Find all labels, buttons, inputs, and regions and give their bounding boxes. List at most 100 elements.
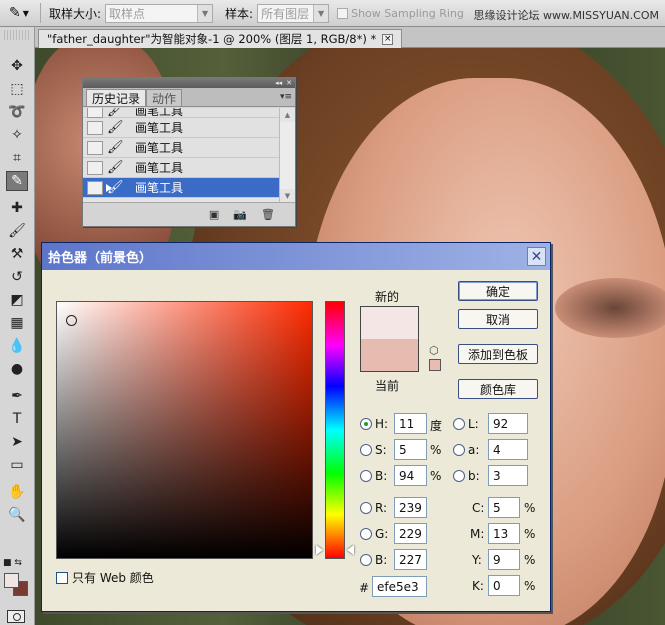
list-item[interactable]: 🖌 画笔工具 xyxy=(83,118,280,138)
color-field[interactable] xyxy=(56,301,313,559)
lightness-input[interactable]: 92 xyxy=(488,413,528,434)
black-input[interactable]: 0 xyxy=(488,575,520,596)
lab-a-input[interactable]: 4 xyxy=(488,439,528,460)
tab-history[interactable]: 历史记录 xyxy=(86,89,147,106)
list-item[interactable]: 🖌 画笔工具 xyxy=(83,138,280,158)
blue-label: B: xyxy=(375,553,388,567)
rectangle-tool-icon[interactable]: ▭ xyxy=(6,455,28,475)
quick-mask-icon[interactable] xyxy=(7,610,25,623)
collapse-icon[interactable]: ◂◂ xyxy=(275,79,282,87)
panel-title-bar[interactable]: ◂◂ ✕ xyxy=(83,78,295,88)
panel-menu-icon[interactable]: ▾≡ xyxy=(280,92,292,102)
green-input[interactable]: 229 xyxy=(394,523,427,544)
eyedropper-tool-icon[interactable]: ✎ xyxy=(6,171,28,191)
saturation-input[interactable]: 5 xyxy=(394,439,427,460)
path-selection-tool-icon[interactable]: ➤ xyxy=(6,432,28,452)
marquee-tool-icon[interactable]: ⬚ xyxy=(6,79,28,99)
crop-tool-icon[interactable]: ⌗ xyxy=(6,148,28,168)
radio-red[interactable] xyxy=(360,502,372,514)
hand-tool-icon[interactable]: ✋ xyxy=(6,482,28,502)
close-icon[interactable]: ✕ xyxy=(527,247,546,266)
clone-stamp-tool-icon[interactable]: ⚒ xyxy=(6,244,28,264)
show-sampling-ring-checkbox[interactable]: Show Sampling Ring xyxy=(337,7,464,20)
brush-tool-icon[interactable]: 🖌 xyxy=(6,221,28,241)
dodge-tool-icon[interactable]: ● xyxy=(6,359,28,379)
list-item-selected[interactable]: 🖌 画笔工具 xyxy=(83,178,280,198)
brightness-input[interactable]: 94 xyxy=(394,465,427,486)
color-field-marker[interactable] xyxy=(66,315,77,326)
hue-slider[interactable] xyxy=(325,301,345,559)
swap-colors-icon[interactable]: ■ ⇆ xyxy=(3,558,22,568)
radio-blue[interactable] xyxy=(360,554,372,566)
scroll-up-icon[interactable]: ▲ xyxy=(280,108,295,122)
scroll-down-icon[interactable]: ▼ xyxy=(280,189,295,203)
tab-actions[interactable]: 动作 xyxy=(146,89,183,106)
web-colors-only-checkbox[interactable]: 只有 Web 颜色 xyxy=(56,569,154,586)
history-scrollbar[interactable]: ▲ ▼ xyxy=(279,108,295,203)
history-state-pointer-icon[interactable] xyxy=(106,184,112,192)
sample-select[interactable]: 所有图层 ▼ xyxy=(257,3,330,23)
radio-saturation[interactable] xyxy=(360,444,372,456)
close-icon[interactable]: × xyxy=(382,33,394,45)
new-document-from-state-icon[interactable]: ▣ xyxy=(209,208,219,221)
red-input[interactable]: 239 xyxy=(394,497,427,518)
magenta-unit: % xyxy=(524,527,536,541)
list-item[interactable]: 🖌 画笔工具 xyxy=(83,108,280,118)
radio-green[interactable] xyxy=(360,528,372,540)
snapshot-source-checkbox[interactable] xyxy=(87,120,103,135)
sample-size-select[interactable]: 取样点 ▼ xyxy=(105,3,214,23)
snapshot-source-checkbox[interactable] xyxy=(87,108,103,118)
trash-icon[interactable]: 🗑 xyxy=(261,208,275,221)
close-icon[interactable]: ✕ xyxy=(286,79,292,87)
color-libraries-button[interactable]: 颜色库 xyxy=(458,379,538,399)
history-panel: ◂◂ ✕ 历史记录 动作 ▾≡ 🖌 画笔工具 🖌 画笔工具 🖌 画笔工具 🖌 画… xyxy=(82,77,296,227)
add-to-swatches-button[interactable]: 添加到色板 xyxy=(458,344,538,364)
hue-input[interactable]: 11 xyxy=(394,413,427,434)
history-panel-footer: ▣ 📷 🗑 xyxy=(83,202,295,226)
lasso-tool-icon[interactable]: ➰ xyxy=(6,102,28,122)
options-bar: ✎ ▼ 取样大小: 取样点 ▼ 样本: 所有图层 ▼ Show Sampling … xyxy=(0,0,665,27)
type-tool-icon[interactable]: T xyxy=(6,409,28,429)
cancel-button[interactable]: 取消 xyxy=(458,309,538,329)
hue-slider-right-arrow-icon[interactable] xyxy=(347,545,354,555)
radio-hue[interactable] xyxy=(360,418,372,430)
foreground-color-swatch[interactable] xyxy=(4,573,19,588)
ok-button[interactable]: 确定 xyxy=(458,281,538,301)
magenta-input[interactable]: 13 xyxy=(488,523,520,544)
hex-input[interactable]: efe5e3 xyxy=(372,576,427,597)
list-item[interactable]: 🖌 画笔工具 xyxy=(83,158,280,178)
snapshot-source-checkbox[interactable] xyxy=(87,160,103,175)
snapshot-source-checkbox[interactable] xyxy=(87,180,103,195)
pen-tool-icon[interactable]: ✒ xyxy=(6,386,28,406)
cyan-unit: % xyxy=(524,501,536,515)
yellow-input[interactable]: 9 xyxy=(488,549,520,570)
radio-lab-b[interactable] xyxy=(453,470,465,482)
blue-input[interactable]: 227 xyxy=(394,549,427,570)
document-tab[interactable]: "father_daughter"为智能对象-1 @ 200% (图层 1, R… xyxy=(38,29,403,48)
current-color-swatch[interactable] xyxy=(360,339,419,372)
hue-slider-left-arrow-icon[interactable] xyxy=(316,545,323,555)
gradient-tool-icon[interactable]: ▦ xyxy=(6,313,28,333)
history-brush-tool-icon[interactable]: ↺ xyxy=(6,267,28,287)
new-snapshot-icon[interactable]: 📷 xyxy=(233,208,247,221)
radio-brightness[interactable] xyxy=(360,470,372,482)
radio-lab-a[interactable] xyxy=(453,444,465,456)
healing-brush-tool-icon[interactable]: ✚ xyxy=(6,198,28,218)
lab-a-label: a: xyxy=(468,443,480,457)
snapshot-source-checkbox[interactable] xyxy=(87,140,103,155)
quick-selection-tool-icon[interactable]: ✧ xyxy=(6,125,28,145)
saturation-unit: % xyxy=(430,443,442,457)
checkbox-box xyxy=(337,7,349,19)
toolbox-grip[interactable] xyxy=(4,30,30,40)
cyan-input[interactable]: 5 xyxy=(488,497,520,518)
zoom-tool-icon[interactable]: 🔍 xyxy=(6,505,28,525)
radio-lightness[interactable] xyxy=(453,418,465,430)
blur-tool-icon[interactable]: 💧 xyxy=(6,336,28,356)
eyedropper-tool-preset-icon[interactable]: ✎ ▼ xyxy=(6,2,32,24)
move-tool-icon[interactable]: ✥ xyxy=(6,56,28,76)
lab-b-input[interactable]: 3 xyxy=(488,465,528,486)
web-safe-cube-icon[interactable]: ⬡ xyxy=(429,344,439,357)
dialog-title-bar[interactable]: 拾色器（前景色） ✕ xyxy=(42,243,550,270)
eraser-tool-icon[interactable]: ◩ xyxy=(6,290,28,310)
nearest-web-color-swatch[interactable] xyxy=(429,359,441,371)
